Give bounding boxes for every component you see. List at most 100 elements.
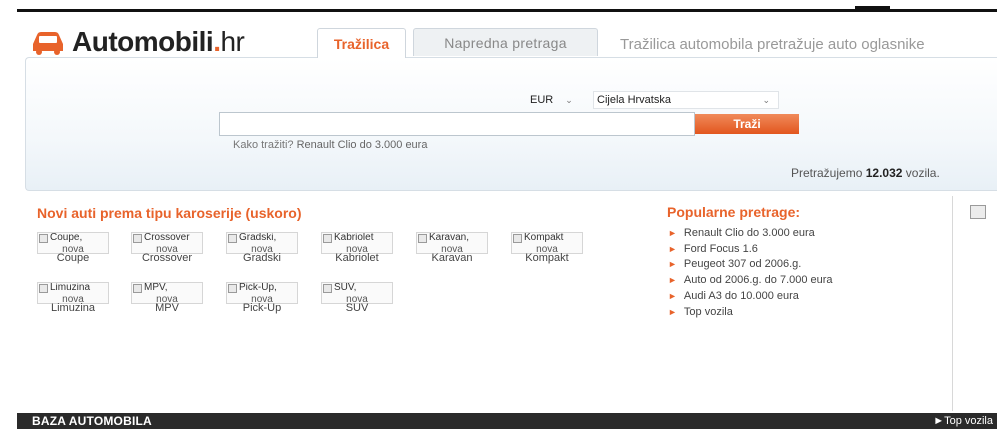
popular-search-link[interactable]: Top vozila bbox=[684, 306, 733, 318]
arrow-right-icon: ► bbox=[668, 275, 677, 286]
category-label[interactable]: Limuzina bbox=[37, 302, 109, 314]
site-logo[interactable]: Automobili.hr bbox=[30, 22, 245, 62]
popular-search-item[interactable]: ► Auto od 2006.g. do 7.000 eura bbox=[668, 272, 833, 288]
category-label[interactable]: Gradski bbox=[226, 252, 298, 264]
category-thumbnail[interactable]: Limuzina nova bbox=[37, 282, 109, 304]
category-item[interactable]: Pick-Up, nova Pick-Up bbox=[226, 282, 298, 322]
category-label[interactable]: Kompakt bbox=[511, 252, 583, 264]
top-rule bbox=[17, 9, 997, 12]
arrow-right-icon: ► bbox=[668, 243, 677, 254]
search-hint: Kako tražiti? Renault Clio do 3.000 eura bbox=[233, 139, 427, 151]
category-thumbnail[interactable]: Kabriolet nova bbox=[321, 232, 393, 254]
currency-select[interactable]: EUR ⌄ bbox=[530, 92, 586, 108]
category-item[interactable]: Kabriolet nova Kabriolet bbox=[321, 232, 393, 272]
tab-trazilica[interactable]: Tražilica bbox=[317, 28, 406, 58]
categories-title: Novi auti prema tipu karoserije (uskoro) bbox=[37, 205, 302, 221]
logo-wordmark: Automobili.hr bbox=[72, 26, 245, 58]
broken-image-icon bbox=[133, 284, 142, 293]
category-label[interactable]: Crossover bbox=[131, 252, 203, 264]
category-label[interactable]: SUV bbox=[321, 302, 393, 314]
category-item[interactable]: SUV, nova SUV bbox=[321, 282, 393, 322]
popular-search-link[interactable]: Peugeot 307 od 2006.g. bbox=[684, 258, 801, 270]
region-value: Cijela Hrvatska bbox=[597, 94, 671, 106]
category-item[interactable]: MPV, nova MPV bbox=[131, 282, 203, 322]
category-thumbnail[interactable]: SUV, nova bbox=[321, 282, 393, 304]
category-label[interactable]: Kabriolet bbox=[321, 252, 393, 264]
hint-label[interactable]: Kako tražiti? bbox=[233, 139, 294, 151]
tab-napredna-pretraga[interactable]: Napredna pretraga bbox=[413, 28, 598, 56]
broken-image-icon bbox=[39, 234, 48, 243]
category-alt: Crossover bbox=[144, 232, 190, 243]
arrow-right-icon: ► bbox=[668, 259, 677, 270]
category-label[interactable]: Pick-Up bbox=[226, 302, 298, 314]
count-suffix: vozila. bbox=[905, 166, 940, 180]
popular-search-link[interactable]: Renault Clio do 3.000 eura bbox=[684, 227, 815, 239]
category-label[interactable]: Karavan bbox=[416, 252, 488, 264]
chevron-down-icon: ⌄ bbox=[762, 94, 770, 105]
broken-image-icon bbox=[513, 234, 522, 243]
category-label[interactable]: MPV bbox=[131, 302, 203, 314]
arrow-right-icon: ► bbox=[668, 291, 677, 302]
popular-searches-list: ► Renault Clio do 3.000 eura ► Ford Focus 1… bbox=[668, 225, 833, 320]
category-alt: Coupe, bbox=[50, 232, 83, 243]
top-border bbox=[0, 0, 997, 12]
hint-example[interactable]: Renault Clio do 3.000 eura bbox=[297, 139, 428, 151]
search-input[interactable] bbox=[219, 112, 695, 136]
category-alt: Gradski, bbox=[239, 232, 277, 243]
category-alt: Limuzina bbox=[50, 282, 91, 293]
category-thumbnail[interactable]: Karavan, nova bbox=[416, 232, 488, 254]
chevron-down-icon: ⌄ bbox=[565, 94, 573, 105]
baza-automobila-bar: BAZA AUTOMOBILA ►Top vozila bbox=[17, 413, 997, 429]
broken-image-icon bbox=[323, 284, 332, 293]
count-value: 12.032 bbox=[865, 166, 903, 180]
search-button[interactable]: Traži bbox=[695, 114, 799, 134]
category-alt: Karavan, bbox=[429, 232, 470, 243]
category-item[interactable]: Coupe, nova Coupe bbox=[37, 232, 109, 272]
count-prefix: Pretražujemo bbox=[791, 166, 863, 180]
logo-name: Automobili bbox=[72, 26, 214, 57]
category-alt: Kabriolet bbox=[334, 232, 374, 243]
popular-search-item[interactable]: ► Peugeot 307 od 2006.g. bbox=[668, 257, 833, 273]
bottom-bar-title: BAZA AUTOMOBILA bbox=[32, 414, 152, 428]
category-alt: Pick-Up, bbox=[239, 282, 277, 293]
category-thumbnail[interactable]: Gradski, nova bbox=[226, 232, 298, 254]
popular-search-item[interactable]: ► Renault Clio do 3.000 eura bbox=[668, 225, 833, 241]
popular-search-link[interactable]: Auto od 2006.g. do 7.000 eura bbox=[684, 274, 833, 286]
broken-image-icon bbox=[418, 234, 427, 243]
currency-value: EUR bbox=[530, 94, 554, 106]
category-thumbnail[interactable]: Kompakt nova bbox=[511, 232, 583, 254]
category-thumbnail[interactable]: MPV, nova bbox=[131, 282, 203, 304]
arrow-right-icon: ► bbox=[668, 227, 677, 238]
arrow-right-icon: ► bbox=[668, 306, 677, 317]
broken-image-icon bbox=[228, 284, 237, 293]
right-column-divider bbox=[952, 196, 953, 411]
category-alt: SUV, bbox=[334, 282, 357, 293]
category-item[interactable]: Gradski, nova Gradski bbox=[226, 232, 298, 272]
popular-search-link[interactable]: Audi A3 do 10.000 eura bbox=[684, 290, 799, 302]
popular-search-link[interactable]: Ford Focus 1.6 bbox=[684, 243, 758, 255]
broken-image-icon bbox=[133, 234, 142, 243]
region-select[interactable]: Cijela Hrvatska ⌄ bbox=[593, 91, 779, 109]
car-icon bbox=[30, 29, 66, 55]
broken-image-icon bbox=[39, 284, 48, 293]
category-item[interactable]: Kompakt nova Kompakt bbox=[511, 232, 583, 272]
top-vozila-link[interactable]: ►Top vozila bbox=[933, 415, 993, 427]
popular-search-item[interactable]: ► Audi A3 do 10.000 eura bbox=[668, 288, 833, 304]
site-tagline: Tražilica automobila pretražuje auto ogl… bbox=[620, 36, 925, 53]
top-rule-nub bbox=[855, 6, 890, 10]
category-label[interactable]: Coupe bbox=[37, 252, 109, 264]
logo-suffix: hr bbox=[220, 26, 245, 57]
broken-image-icon bbox=[323, 234, 332, 243]
category-thumbnail[interactable]: Crossover nova bbox=[131, 232, 203, 254]
category-item[interactable]: Karavan, nova Karavan bbox=[416, 232, 488, 272]
vehicle-count: Pretražujemo 12.032 vozila. bbox=[791, 166, 940, 180]
category-item[interactable]: Crossover nova Crossover bbox=[131, 232, 203, 272]
category-thumbnail[interactable]: Coupe, nova bbox=[37, 232, 109, 254]
category-alt: MPV, bbox=[144, 282, 168, 293]
broken-image-icon bbox=[228, 234, 237, 243]
category-thumbnail[interactable]: Pick-Up, nova bbox=[226, 282, 298, 304]
popular-search-item[interactable]: ► Top vozila bbox=[668, 304, 833, 320]
popular-search-item[interactable]: ► Ford Focus 1.6 bbox=[668, 241, 833, 257]
popular-title: Popularne pretrage: bbox=[667, 204, 801, 220]
category-item[interactable]: Limuzina nova Limuzina bbox=[37, 282, 109, 322]
